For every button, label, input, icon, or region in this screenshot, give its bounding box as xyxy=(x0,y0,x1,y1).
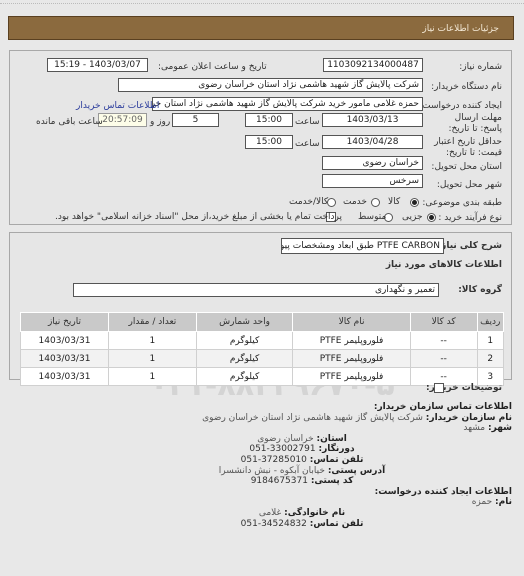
category-label: طبقه بندی موضوعی: xyxy=(422,198,502,208)
contact-title: اطلاعات تماس سازمان خریدار: xyxy=(373,402,512,412)
price-validity-date-field: 1403/04/28 xyxy=(322,135,423,149)
deadline-time-label: ساعت xyxy=(295,117,320,127)
goods-group-label: گروه کالا: xyxy=(458,285,502,295)
days-field: 5 xyxy=(172,113,219,127)
goods-info-title: اطلاعات کالاهای مورد نیاز xyxy=(385,260,502,270)
contact-address: خیابان آبکوه - نبش دانشسرا xyxy=(218,465,325,476)
cell-unit: کیلوگرم xyxy=(195,367,294,386)
announce-field: 1403/03/07 - 15:19 xyxy=(47,58,148,72)
category-radio-goods-service[interactable] xyxy=(327,198,336,207)
creator-phone: 34524832-051 xyxy=(240,518,307,529)
creator-phone-label: تلفن تماس: xyxy=(309,518,364,529)
contact-phone: 37285010-051 xyxy=(240,454,307,465)
cell-code: -- xyxy=(409,331,478,350)
cell-date: 1403/03/31 xyxy=(20,331,109,350)
remaining-label: ساعت باقی مانده xyxy=(36,117,103,127)
contact-phone-label: تلفن تماس: xyxy=(309,454,364,465)
creator-family: غلامی xyxy=(258,507,282,518)
summary-field: PTFE CARBON طبق ابعاد ومشخصات پیوست xyxy=(281,238,444,254)
creator-name-label: نام: xyxy=(495,497,512,508)
contact-province-label: استان: xyxy=(316,433,347,444)
page-header: جزئیات اطلاعات نیاز xyxy=(8,16,514,40)
contact-postal-label: کد پستی: xyxy=(310,476,354,487)
cell-code: -- xyxy=(409,349,478,368)
deadline-time-field: 15:00 xyxy=(245,113,293,127)
contact-address-label: آدرس پستی: xyxy=(327,465,386,476)
city-label: شهر محل تحویل: xyxy=(436,180,502,190)
contact-fax: 33002791-051 xyxy=(249,444,316,455)
cell-qty: 1 xyxy=(107,349,197,368)
category-option-service: خدمت xyxy=(343,197,367,207)
cell-unit: کیلوگرم xyxy=(195,349,294,368)
goods-group-field: تعمیر و نگهداری xyxy=(73,283,439,297)
category-radio-service[interactable] xyxy=(371,198,380,207)
cell-name: فلوروپلیمر PTFE xyxy=(292,331,411,350)
cell-name: فلوروپلیمر PTFE xyxy=(292,367,411,386)
summary-label: شرح کلی نیاز: xyxy=(437,241,502,251)
contact-city-label: شهر: xyxy=(488,423,512,434)
buyer-notes-checkbox[interactable] xyxy=(434,383,444,393)
col-name: نام کالا xyxy=(292,312,411,332)
creator-label: ایجاد کننده درخواست: xyxy=(419,101,502,111)
cell-name: فلوروپلیمر PTFE xyxy=(292,349,411,368)
remaining-timer: 20:57:09 xyxy=(98,113,147,127)
cell-qty: 1 xyxy=(107,367,197,386)
goods-table-header: ردیف کد کالا نام کالا واحد شمارش تعداد /… xyxy=(20,312,505,332)
contact-postal: 9184675371 xyxy=(250,476,308,487)
top-border xyxy=(0,0,524,4)
table-row: 2 -- فلوروپلیمر PTFE کیلوگرم 1 1403/03/3… xyxy=(20,349,505,368)
process-label: نوع فرآیند خرید : xyxy=(438,213,502,223)
col-date: تاریخ نیاز xyxy=(20,312,109,332)
creator-info-title: اطلاعات ایجاد کننده درخواست: xyxy=(374,486,512,497)
cell-date: 1403/03/31 xyxy=(20,367,109,386)
col-row: ردیف xyxy=(476,312,505,332)
cell-unit: کیلوگرم xyxy=(195,331,294,350)
province-label: استان محل تحویل: xyxy=(431,162,502,172)
days-label: روز و xyxy=(150,117,171,127)
table-row: 1 -- فلوروپلیمر PTFE کیلوگرم 1 1403/03/3… xyxy=(20,331,505,350)
page-title: جزئیات اطلاعات نیاز xyxy=(422,24,499,34)
cell-qty: 1 xyxy=(107,331,197,350)
deadline-label: مهلت ارسال پاسخ: تا تاریخ: xyxy=(448,113,502,134)
contact-org: شرکت پالایش گاز شهید هاشمی نژاد استان خر… xyxy=(202,412,423,423)
price-validity-time-field: 15:00 xyxy=(245,135,293,149)
contact-city: مشهد xyxy=(463,423,486,434)
category-option-goods: کالا xyxy=(388,197,401,207)
cell-row: 2 xyxy=(476,349,505,368)
col-code: کد کالا xyxy=(409,312,478,332)
buyer-contact-section: اطلاعات تماس سازمان خریدار: نام سازمان خ… xyxy=(92,402,512,529)
creator-field: حمزه غلامی مامور خرید شرکت پالایش گاز شه… xyxy=(152,97,423,111)
contact-province: خراسان رضوی xyxy=(257,433,314,444)
creator-name: حمزه xyxy=(471,497,493,508)
col-qty: تعداد / مقدار xyxy=(107,312,197,332)
goods-table: ردیف کد کالا نام کالا واحد شمارش تعداد /… xyxy=(20,312,505,386)
process-option-medium: متوسط xyxy=(358,212,387,222)
province-field: خراسان رضوی xyxy=(322,156,423,170)
city-field: سرخس xyxy=(322,174,423,188)
price-validity-time-label: ساعت xyxy=(295,139,320,149)
creator-family-label: نام خانوادگی: xyxy=(284,507,346,518)
buyer-contact-link[interactable]: اطلاعات تماس خریدار xyxy=(76,101,159,111)
category-radio-goods[interactable] xyxy=(410,198,419,207)
contact-fax-label: دورنگار: xyxy=(318,444,355,455)
buyer-org-field: شرکت پالایش گاز شهید هاشمی نژاد استان خر… xyxy=(118,78,423,92)
cell-date: 1403/03/31 xyxy=(20,349,109,368)
buyer-org-label: نام دستگاه خریدار: xyxy=(431,82,502,92)
announce-label: تاریخ و ساعت اعلان عمومی: xyxy=(158,62,267,72)
need-number-field: 1103092134000487 xyxy=(323,58,423,72)
process-option-minor: جزیی xyxy=(402,212,423,222)
deadline-date-field: 1403/03/13 xyxy=(322,113,423,127)
process-radio-minor[interactable] xyxy=(427,213,436,222)
category-option-goods-service: کالا/خدمت xyxy=(289,197,329,207)
contact-org-label: نام سازمان خریدار: xyxy=(425,412,512,423)
treasury-payment-note: پرداخت تمام یا بخشی از مبلغ خرید،از محل … xyxy=(55,212,343,222)
cell-row: 1 xyxy=(476,331,505,350)
col-unit: واحد شمارش xyxy=(195,312,294,332)
price-validity-label: حداقل تاریخ اعتبار قیمت: تا تاریخ: xyxy=(434,137,502,158)
need-number-label: شماره نیاز: xyxy=(459,62,502,72)
